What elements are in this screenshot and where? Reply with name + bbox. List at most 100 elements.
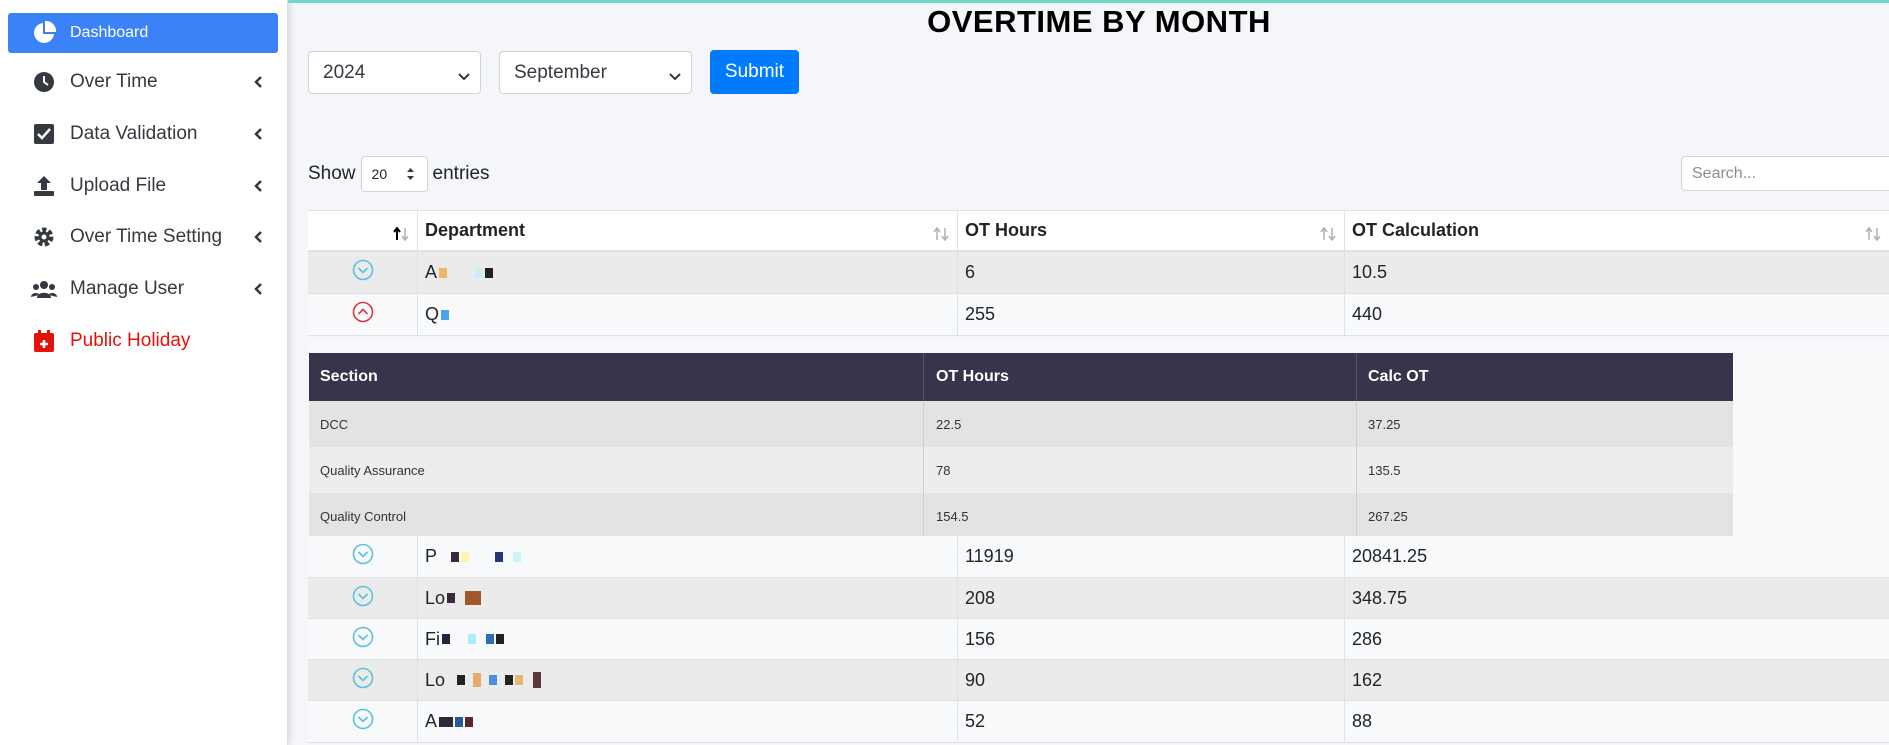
ot-hours-cell: 11919 [958,536,1345,577]
chevron-down-icon [669,66,681,88]
sidebar-item-data-validation[interactable]: Data Validation [8,114,278,154]
sort-icon [1865,225,1881,246]
department-name: Lo [425,669,446,690]
header-label: OT Calculation [1352,220,1480,240]
section-table-header: Section OT Hours Calc OT [309,353,1733,401]
table-row[interactable]: Q 255 440 [308,294,1889,336]
table-row[interactable]: Lo 90 162 [308,660,1889,701]
expand-cell [308,294,418,335]
sidebar-item-label: Upload File [70,175,167,196]
ot-hours-cell: 6 [958,252,1345,293]
department-name: Fi [425,628,440,649]
ot-calc-cell: 162 [1352,669,1383,690]
header-label: OT Hours [965,220,1048,240]
table-row[interactable]: A 52 88 [308,701,1889,743]
expand-cell [308,619,418,659]
column-header-department[interactable]: Department [418,211,958,250]
sidebar-item-upload-file[interactable]: Upload File [8,166,278,206]
section-name: Quality Assurance [309,447,924,493]
expand-icon[interactable] [352,626,374,653]
header-label: Department [425,220,526,240]
entries-label: entries [432,163,490,184]
expand-cell [308,536,418,577]
sidebar-item-label: Dashboard [70,24,149,41]
sidebar-item-over-time-setting[interactable]: Over Time Setting [8,217,278,257]
clock-icon [30,68,58,96]
department-cell: Lo [418,660,958,700]
section-ot-hours-header: OT Hours [924,353,1357,401]
chevron-left-icon [248,179,268,193]
month-select[interactable]: September [499,51,692,94]
check-square-icon [30,120,58,148]
expand-cell [308,701,418,742]
table-header: Department OT Hours OT Calculation [308,210,1889,252]
department-name: P [425,546,438,566]
sidebar-item-label: Manage User [70,278,185,299]
month-select-value: September [514,61,607,83]
table-row[interactable]: A 6 10.5 [308,252,1889,294]
department-cell: A [418,252,958,293]
ot-hours-cell: 156 [958,619,1345,659]
ot-hours-cell: 208 [958,578,1345,618]
submit-button[interactable]: Submit [710,50,799,94]
expand-icon[interactable] [352,585,374,612]
expand-icon[interactable] [352,259,374,286]
table-row[interactable]: Fi 156 286 [308,619,1889,660]
ot-hours-cell: 90 [958,660,1345,700]
department-cell: P [418,536,958,577]
calendar-plus-icon [30,327,58,355]
column-header-ot-hours[interactable]: OT Hours [958,211,1345,250]
page-title: OVERTIME BY MONTH [927,4,1271,39]
table-row[interactable]: P 11919 20841.25 [308,536,1889,578]
sidebar-item-public-holiday[interactable]: Public Holiday [8,321,278,361]
section-row: DCC 22.5 37.25 [309,401,1733,447]
expand-icon[interactable] [352,667,374,694]
ot-calc-cell: 88 [1352,711,1373,731]
section-ot-hours: 78 [924,447,1357,493]
section-ot-hours: 22.5 [924,401,1357,447]
section-ot-hours: 154.5 [924,493,1357,539]
ot-calc-cell: 348.75 [1352,587,1408,608]
section-table: Section OT Hours Calc OT DCC 22.5 37.25 … [309,353,1733,539]
year-select[interactable]: 2024 [308,51,481,94]
sidebar-item-manage-user[interactable]: Manage User [8,269,278,309]
section-calc-ot: 135.5 [1368,462,1401,478]
upload-icon [30,172,58,200]
section-calc-ot: 37.25 [1368,416,1401,432]
expand-icon[interactable] [352,543,374,570]
sidebar-item-dashboard[interactable]: Dashboard [8,13,278,53]
page-length-select[interactable]: 20 [360,156,428,192]
ot-calc-cell: 20841.25 [1352,546,1428,566]
pie-chart-icon [30,19,58,47]
sidebar-item-over-time[interactable]: Over Time [8,62,278,102]
expand-column-header[interactable] [308,211,418,250]
ot-calc-cell: 440 [1352,304,1383,324]
page-length-value: 20 [371,166,388,182]
department-cell: Lo [418,578,958,618]
sidebar-item-label: Public Holiday [70,330,191,351]
search-input[interactable]: Search... [1681,156,1889,191]
table-row[interactable]: Lo 208 348.75 [308,578,1889,619]
department-name: Lo [425,587,446,608]
ot-hours-cell: 52 [958,701,1345,742]
department-name: A [425,711,438,731]
section-calc-ot: 267.25 [1368,508,1408,524]
sort-icon [933,225,949,246]
sidebar-item-label: Over Time [70,71,158,92]
users-icon [30,275,58,303]
column-header-ot-calculation[interactable]: OT Calculation [1345,211,1889,250]
chevron-down-icon [458,66,470,88]
chevron-left-icon [248,282,268,296]
ot-calc-cell: 286 [1352,628,1383,649]
department-cell: Fi [418,619,958,659]
chevron-left-icon [248,127,268,141]
expand-cell [308,660,418,700]
sort-icon [1320,225,1336,246]
expand-icon[interactable] [352,708,374,735]
department-name: Q [425,304,440,324]
ot-calc-cell: 10.5 [1352,262,1388,282]
sort-asc-icon [393,225,409,246]
sidebar: Dashboard Over Time Data Validation Uplo… [0,0,288,745]
collapse-icon[interactable] [352,301,374,328]
chevron-left-icon [248,75,268,89]
